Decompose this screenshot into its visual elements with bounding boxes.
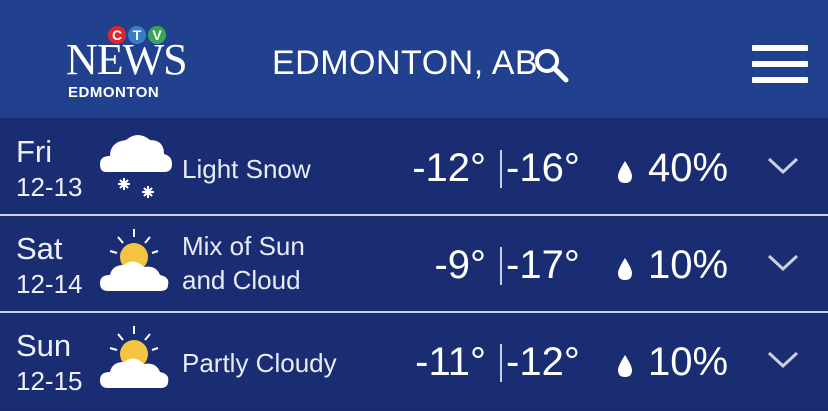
search-icon[interactable] — [532, 46, 572, 86]
app-header: C T V NEWS EDMONTON EDMONTON, AB — [0, 0, 828, 118]
chevron-down-icon[interactable] — [766, 156, 800, 176]
forecast-day: Fri — [16, 134, 53, 169]
precip-drop-icon — [616, 160, 634, 184]
logo-sub-text: EDMONTON — [68, 84, 160, 101]
forecast-high: -9° — [434, 243, 486, 287]
forecast-day: Sat — [16, 231, 63, 266]
snow-cloud-icon — [98, 126, 174, 208]
menu-bar — [752, 61, 808, 67]
forecast-precip-chance: 10% — [648, 340, 729, 384]
hamburger-menu-icon[interactable] — [752, 45, 808, 85]
ctv-news-logo[interactable]: C T V NEWS EDMONTON — [62, 26, 188, 102]
forecast-condition-line1: Mix of Sun — [182, 231, 305, 261]
temp-divider — [500, 344, 502, 382]
row-divider — [0, 311, 828, 313]
forecast-date: 12-13 — [16, 172, 83, 202]
sun-cloud-icon — [98, 320, 174, 402]
forecast-date: 12-14 — [16, 269, 83, 299]
city-name[interactable]: EDMONTON, AB — [272, 44, 538, 83]
forecast-condition: Mix of Sun and Cloud — [182, 229, 332, 297]
forecast-low: -16° — [506, 146, 580, 190]
forecast-date: 12-15 — [16, 366, 83, 396]
forecast-condition: Light Snow — [182, 154, 311, 184]
forecast-low: -12° — [506, 340, 580, 384]
menu-bar — [752, 45, 808, 51]
temp-divider — [500, 247, 502, 285]
forecast-high: -12° — [412, 146, 486, 190]
logo-news-text: NEWS — [66, 35, 188, 84]
forecast-precip-chance: 40% — [648, 146, 729, 190]
forecast-row-sat[interactable]: Sat 12-14 Mix of Sun and Cloud -9° -17° … — [0, 217, 828, 311]
forecast-day: Sun — [16, 328, 72, 363]
temp-divider — [500, 150, 502, 188]
forecast-precip-chance: 10% — [648, 243, 729, 287]
chevron-down-icon[interactable] — [766, 350, 800, 370]
forecast-condition: Partly Cloudy — [182, 348, 337, 378]
precip-drop-icon — [616, 354, 634, 378]
forecast-high: -11° — [415, 340, 486, 384]
sun-cloud-icon — [98, 223, 174, 305]
forecast-row-fri[interactable]: Fri 12-13 Light Snow -12° -16° 40% — [0, 120, 828, 214]
row-divider — [0, 214, 828, 216]
menu-bar — [752, 77, 808, 83]
forecast-condition-line2: and Cloud — [182, 265, 301, 295]
forecast-row-sun[interactable]: Sun 12-15 Partly Cloudy -11° -12° 10% — [0, 314, 828, 408]
forecast-low: -17° — [506, 243, 580, 287]
precip-drop-icon — [616, 257, 634, 281]
chevron-down-icon[interactable] — [766, 253, 800, 273]
